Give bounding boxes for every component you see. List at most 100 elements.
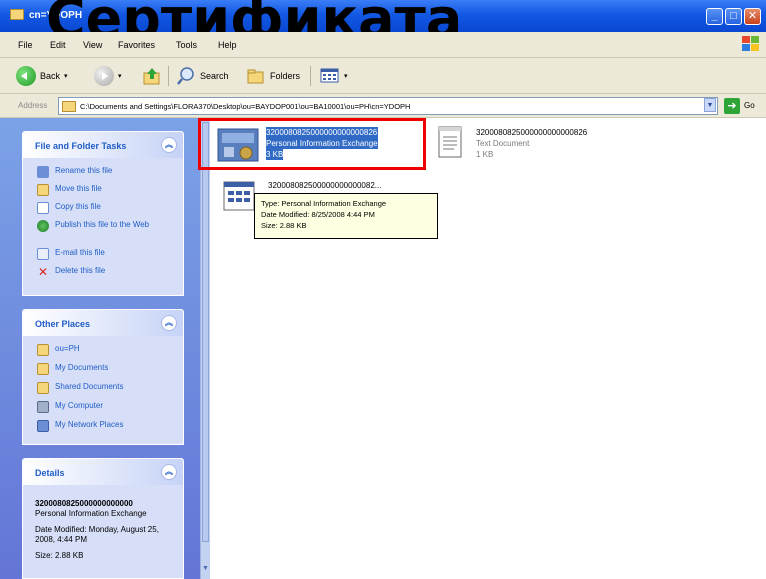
network-icon — [37, 420, 49, 432]
folders-label: Folders — [270, 71, 301, 81]
file-name: 3200080825000000000000826 — [476, 128, 588, 137]
scrollbar-thumb[interactable] — [202, 122, 209, 542]
address-label: Address — [18, 101, 48, 110]
publish-icon — [37, 220, 49, 232]
place-label: My Computer — [55, 401, 104, 410]
chevron-up-icon[interactable]: ︽ — [161, 464, 177, 480]
menu-tools[interactable]: Tools — [176, 40, 197, 50]
task-publish[interactable]: Publish this file to the Web — [37, 220, 167, 232]
panel-title: Other Places — [35, 319, 91, 329]
delete-icon: ✕ — [37, 265, 49, 279]
shared-documents-icon — [37, 382, 49, 394]
place-my-computer[interactable]: My Computer — [37, 401, 103, 413]
views-icon — [320, 68, 339, 83]
email-icon — [37, 248, 49, 260]
folder-icon — [62, 101, 76, 112]
windows-logo-icon — [742, 36, 760, 52]
go-button[interactable]: Go — [744, 101, 755, 110]
file-folder-tasks-panel: File and Folder Tasks ︽ Rename this file… — [22, 131, 184, 296]
address-value: C:\Documents and Settings\FLORA370\Deskt… — [80, 102, 411, 111]
task-delete[interactable]: ✕ Delete this file — [37, 266, 105, 278]
forward-button[interactable]: ▾ — [94, 64, 122, 88]
task-rename[interactable]: Rename this file — [37, 166, 112, 178]
address-input[interactable]: C:\Documents and Settings\FLORA370\Deskt… — [58, 97, 718, 115]
chevron-up-icon[interactable]: ︽ — [161, 315, 177, 331]
task-email[interactable]: E-mail this file — [37, 248, 105, 260]
back-dropdown-icon: ▾ — [64, 73, 68, 80]
forward-dropdown-icon: ▾ — [118, 73, 122, 80]
file-tooltip: Type: Personal Information Exchange Date… — [254, 193, 438, 239]
task-label: Publish this file to the Web — [55, 220, 150, 229]
task-move[interactable]: Move this file — [37, 184, 102, 196]
back-label: Back — [40, 71, 61, 81]
move-icon — [37, 184, 49, 196]
details-panel: Details ︽ 3200080825000000000000 Persona… — [22, 458, 184, 579]
task-label: Delete this file — [55, 266, 106, 275]
tooltip-size: Size: 2.88 KB — [261, 221, 307, 230]
place-my-documents[interactable]: My Documents — [37, 363, 108, 375]
address-bar: Address C:\Documents and Settings\FLORA3… — [0, 94, 766, 118]
toolbar: Back ▾ ▾ Search Folders ▾ — [0, 58, 766, 94]
forward-arrow-icon — [94, 66, 114, 86]
task-label: E-mail this file — [55, 248, 105, 257]
toolbar-separator — [168, 66, 169, 86]
tooltip-modified: Date Modified: 8/25/2008 4:44 PM — [261, 210, 375, 219]
back-arrow-icon — [16, 66, 36, 86]
menu-view[interactable]: View — [83, 40, 102, 50]
place-label: My Network Places — [55, 420, 124, 429]
panel-title: File and Folder Tasks — [35, 141, 127, 151]
folder-icon — [10, 9, 24, 20]
folder-icon — [37, 344, 49, 356]
up-folder-icon — [143, 68, 160, 85]
other-places-panel: Other Places ︽ ou=PH My Documents Shared… — [22, 309, 184, 445]
up-folder-button[interactable] — [142, 64, 162, 88]
panel-title: Details — [35, 468, 65, 478]
menu-favorites[interactable]: Favorites — [118, 40, 155, 50]
highlight-box — [198, 118, 426, 170]
details-modified: Date Modified: Monday, August 25, 2008, … — [35, 525, 159, 544]
folders-icon — [247, 69, 264, 84]
text-document-icon — [438, 126, 462, 158]
menu-help[interactable]: Help — [218, 40, 237, 50]
file-size: 1 KB — [476, 150, 494, 159]
tooltip-type: Type: Personal Information Exchange — [261, 199, 387, 208]
task-label: Copy this file — [55, 202, 101, 211]
file-name: 320008082500000000000082... — [268, 181, 382, 190]
toolbar-separator — [310, 66, 311, 86]
back-button[interactable]: Back ▾ — [16, 64, 68, 88]
views-dropdown-icon: ▾ — [344, 73, 348, 80]
close-button[interactable]: ✕ — [744, 8, 761, 25]
views-button[interactable]: ▾ — [320, 64, 348, 88]
details-type: Personal Information Exchange — [35, 509, 147, 518]
search-button[interactable]: Search — [176, 64, 229, 88]
go-arrow-icon[interactable]: ➜ — [724, 98, 740, 114]
my-computer-icon — [37, 401, 49, 413]
menu-edit[interactable]: Edit — [50, 40, 66, 50]
details-name: 3200080825000000000000 — [35, 499, 133, 508]
maximize-button[interactable]: □ — [725, 8, 742, 25]
panel-header[interactable]: File and Folder Tasks ︽ — [23, 132, 183, 158]
task-copy[interactable]: Copy this file — [37, 202, 101, 214]
copy-icon — [37, 202, 49, 214]
panel-header[interactable]: Other Places ︽ — [23, 310, 183, 336]
task-pane-scrollbar[interactable]: ▼ — [200, 118, 210, 579]
menu-bar: File Edit View Favorites Tools Help — [0, 32, 766, 58]
place-label: ou=PH — [55, 344, 80, 353]
my-documents-icon — [37, 363, 49, 375]
panel-header[interactable]: Details ︽ — [23, 459, 183, 485]
place-ou-ph[interactable]: ou=PH — [37, 344, 80, 356]
place-shared-documents[interactable]: Shared Documents — [37, 382, 123, 394]
address-dropdown-icon[interactable]: ▼ — [704, 98, 716, 112]
file-type: Text Document — [476, 139, 530, 148]
chevron-down-icon[interactable]: ▼ — [202, 565, 209, 575]
place-label: Shared Documents — [55, 382, 124, 391]
place-my-network[interactable]: My Network Places — [37, 420, 123, 432]
rename-icon — [37, 166, 49, 178]
folders-button[interactable]: Folders — [246, 64, 300, 88]
menu-file[interactable]: File — [18, 40, 33, 50]
task-label: Rename this file — [55, 166, 113, 175]
details-size: Size: 2.88 KB — [35, 551, 84, 560]
chevron-up-icon[interactable]: ︽ — [161, 137, 177, 153]
search-label: Search — [200, 71, 229, 81]
minimize-button[interactable]: _ — [706, 8, 723, 25]
